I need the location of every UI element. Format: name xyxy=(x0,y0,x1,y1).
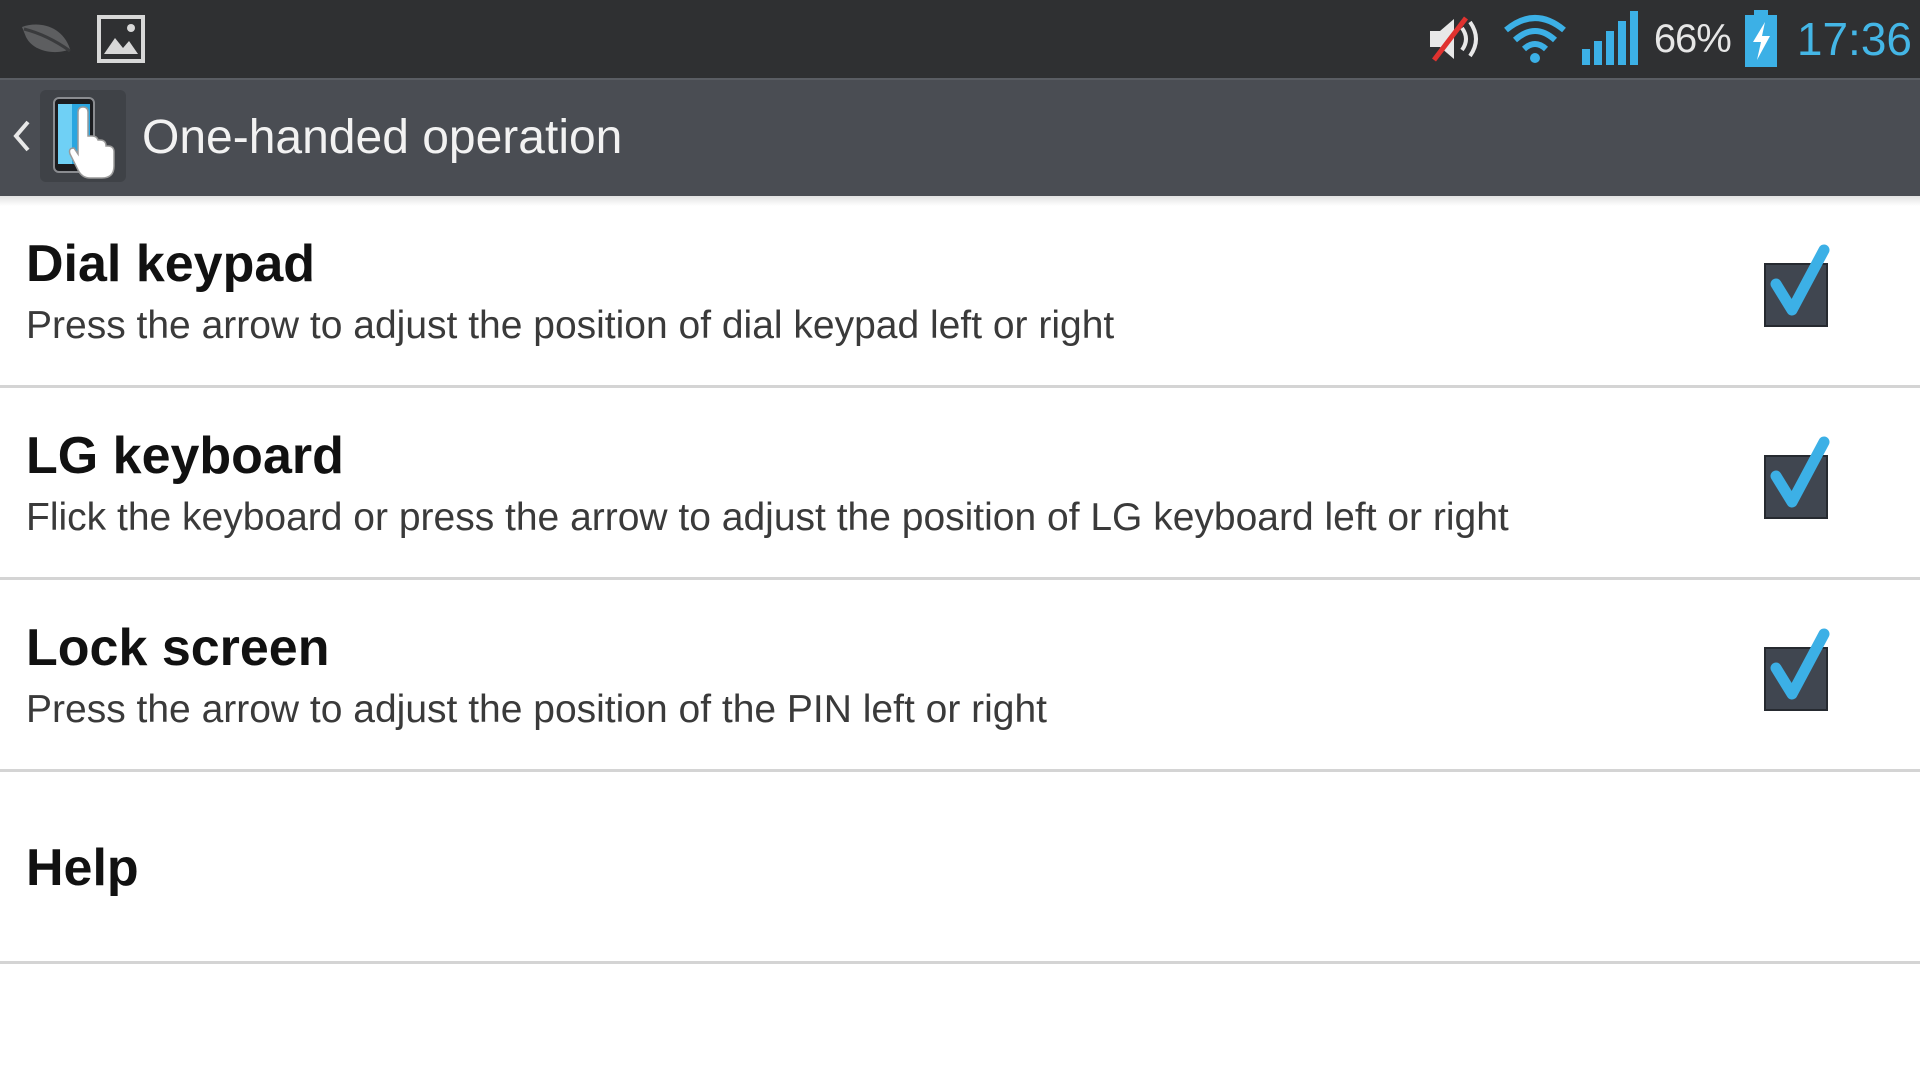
item-title: LG keyboard xyxy=(26,427,344,485)
status-bar: 66% 17:36 xyxy=(0,0,1920,78)
item-summary: Press the arrow to adjust the position o… xyxy=(26,688,1048,731)
chevron-left-icon xyxy=(10,118,32,159)
settings-list: Dial keypad Press the arrow to adjust th… xyxy=(0,196,1920,964)
list-item-lg-keyboard[interactable]: LG keyboard Flick the keyboard or press … xyxy=(0,388,1920,580)
item-title: Help xyxy=(26,839,139,897)
notification-icons xyxy=(18,12,146,66)
lock-screen-checkbox[interactable] xyxy=(1762,628,1832,712)
clock: 17:36 xyxy=(1796,13,1912,65)
list-item-dial-keypad[interactable]: Dial keypad Press the arrow to adjust th… xyxy=(0,196,1920,388)
item-summary: Flick the keyboard or press the arrow to… xyxy=(26,496,1509,539)
item-summary: Press the arrow to adjust the position o… xyxy=(26,304,1115,347)
up-navigation-button[interactable] xyxy=(0,80,130,196)
list-item-help[interactable]: Help xyxy=(0,772,1920,964)
list-item-lock-screen[interactable]: Lock screen Press the arrow to adjust th… xyxy=(0,580,1920,772)
action-bar: One-handed operation xyxy=(0,78,1920,196)
item-title: Dial keypad xyxy=(26,235,316,293)
item-title: Lock screen xyxy=(26,619,330,677)
lg-keyboard-checkbox[interactable] xyxy=(1762,436,1832,520)
battery-charging-icon xyxy=(1743,10,1779,68)
system-status: 66% 17:36 xyxy=(1426,8,1912,70)
cell-signal-icon xyxy=(1580,11,1642,67)
leaf-notification-icon xyxy=(18,19,74,59)
battery-percent: 66% xyxy=(1653,16,1732,61)
muted-volume-icon xyxy=(1426,14,1490,64)
wifi-icon xyxy=(1502,14,1568,64)
image-notification-icon xyxy=(96,14,146,64)
one-handed-app-icon xyxy=(40,89,126,187)
page-title: One-handed operation xyxy=(142,111,623,164)
dial-keypad-checkbox[interactable] xyxy=(1762,244,1832,328)
